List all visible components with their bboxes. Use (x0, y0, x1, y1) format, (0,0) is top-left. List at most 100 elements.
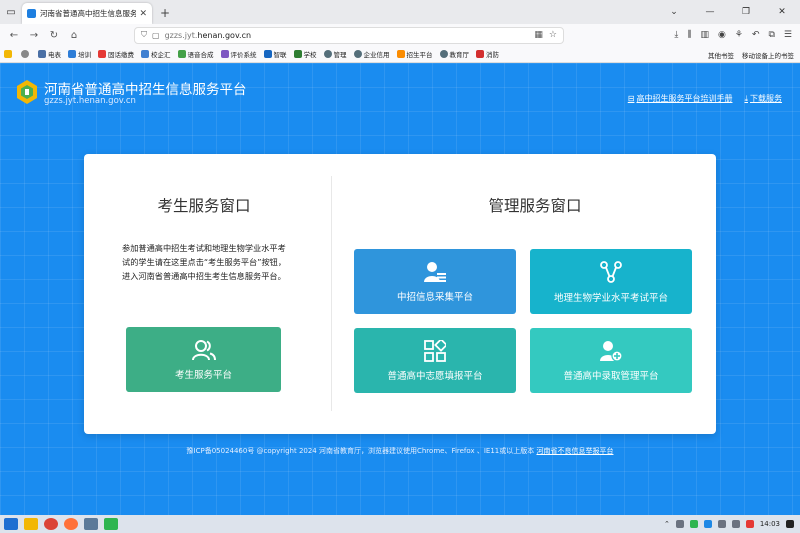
bookmarks-icon[interactable] (4, 50, 14, 58)
user-list-icon (424, 261, 446, 282)
geo-bio-exam-button[interactable]: 地理生物学业水平考试平台 (530, 249, 692, 314)
file-explorer-icon[interactable] (24, 518, 38, 530)
tray-expand-icon[interactable]: ⌃ (664, 520, 670, 528)
admission-management-button[interactable]: 普通高中录取管理平台 (530, 328, 692, 393)
tab-overflow-icon[interactable]: ⌄ (656, 7, 692, 17)
header-links: ⊟ 高中招生服务平台培训手册 ⤓ 下载服务 (628, 93, 782, 104)
ime-icon[interactable] (745, 520, 754, 528)
card-divider (331, 176, 332, 411)
tray-app-icon[interactable] (689, 520, 698, 528)
bookmark-item[interactable]: 电表 (38, 49, 61, 59)
site-logo-icon (17, 80, 37, 104)
bookmark-item-icon (323, 50, 332, 58)
page-footer: 豫ICP备05024460号 @copyright 2024 河南省教育厅，浏览… (0, 446, 800, 456)
network-icon (600, 260, 622, 283)
site-title: 河南省普通高中招生信息服务平台 (44, 82, 247, 98)
tab-title: 河南省普通高中招生信息服务平台 (40, 9, 137, 18)
shield-icon[interactable]: ⛉ (141, 30, 147, 40)
windows-taskbar: ⌃ 14:03 (0, 515, 800, 533)
student-window-title: 考生服务窗口 (157, 197, 251, 215)
bookmark-item[interactable]: 智联 (263, 49, 287, 59)
bookmark-item[interactable]: 招生平台 (396, 49, 433, 59)
firefox-icon[interactable] (64, 518, 78, 530)
reload-icon[interactable]: ↻ (44, 30, 64, 41)
clock-time[interactable]: 14:03 (760, 520, 780, 528)
bookmark-item[interactable]: 校企汇 (141, 49, 171, 59)
info-collection-button[interactable]: 中招信息采集平台 (354, 249, 516, 314)
window-controls: ⌄ — ❐ ✕ (656, 0, 800, 24)
bookmark-item-icon (439, 50, 448, 58)
account-icon[interactable]: ◉ (718, 30, 726, 40)
bookmark-item[interactable]: 评价系统 (220, 49, 257, 59)
forward-icon[interactable]: → (24, 30, 44, 41)
bookmark-item[interactable]: 企业信用 (353, 49, 390, 59)
bookmark-item[interactable]: 固话缴费 (98, 49, 134, 59)
bookmark-item[interactable]: 语音合成 (177, 49, 214, 59)
undo-icon[interactable]: ↶ (752, 30, 760, 40)
close-window-button[interactable]: ✕ (764, 7, 800, 17)
minimize-button[interactable]: — (692, 7, 728, 17)
extension-icon[interactable]: ⚘ (735, 30, 743, 40)
other-bookmarks-folder[interactable]: 其他书签 (708, 50, 734, 60)
report-platform-link[interactable]: 河南省不良信息举报平台 (536, 447, 613, 455)
notification-icon[interactable] (786, 520, 794, 528)
mobile-bookmarks-folder[interactable]: 移动设备上的书签 (742, 50, 794, 60)
page-background: 河南省普通高中招生信息服务平台 gzzs.jyt.henan.gov.cn ⊟ 高… (0, 63, 800, 515)
page-info-icon[interactable]: ▢ (152, 31, 160, 40)
wechat-icon[interactable] (104, 518, 118, 530)
geo-bio-exam-button-label: 地理生物学业水平考试平台 (553, 292, 668, 304)
apps-icon (424, 339, 446, 362)
close-tab-icon[interactable]: ✕ (139, 9, 147, 19)
back-icon[interactable]: ← (4, 30, 24, 41)
start-icon[interactable] (4, 518, 18, 530)
bookmark-item-icon (263, 50, 272, 58)
tab-list-icon[interactable]: ▭ (0, 0, 22, 24)
volunteer-filling-button-label: 普通高中志愿填报平台 (387, 370, 483, 382)
bookmark-star-icon[interactable]: ☆ (549, 30, 557, 40)
service-card: 考生服务窗口 参加普通高中招生考试和地理生物学业水平考试的学生请在这里点击“考生… (84, 154, 716, 434)
globe-icon[interactable] (21, 50, 31, 58)
bookmark-item-icon (476, 50, 484, 58)
bookmark-item[interactable]: 培训 (68, 49, 91, 59)
volunteer-filling-button[interactable]: 普通高中志愿填报平台 (354, 328, 516, 393)
bookmark-item[interactable]: 管理 (323, 49, 347, 59)
new-tab-button[interactable]: + (160, 3, 170, 24)
user-add-icon (600, 340, 623, 362)
address-bar[interactable]: ⛉ ▢ gzzs.jyt.henan.gov.cn ▦ ☆ (134, 26, 564, 44)
volume-icon[interactable] (731, 520, 740, 528)
toolbar-right: ⤓ ⫼ ▥ ◉ ⚘ ↶ ⧉ ☰ (674, 24, 792, 46)
library-icon[interactable]: ⫼ (687, 30, 691, 40)
download-service-link[interactable]: ⤓ 下载服务 (744, 93, 782, 104)
tray-app-icon[interactable] (675, 520, 684, 528)
downloads-icon[interactable]: ⤓ (674, 30, 678, 40)
extensions-icon[interactable]: ⧉ (768, 30, 774, 40)
qr-code-icon[interactable]: ▦ (534, 30, 543, 40)
admission-management-button-label: 普通高中录取管理平台 (563, 370, 659, 382)
student-service-button-label: 考生服务平台 (174, 369, 232, 381)
restore-button[interactable]: ❐ (728, 7, 764, 17)
student-window-description: 参加普通高中招生考试和地理生物学业水平考试的学生请在这里点击“考生服务平台”按钮… (122, 243, 287, 281)
tray-app-icon[interactable] (703, 520, 712, 528)
bookmarks-right: 其他书签 移动设备上的书签 (708, 46, 794, 63)
admin-window-title: 管理服务窗口 (488, 197, 582, 215)
sidebar-icon[interactable]: ▥ (700, 30, 709, 40)
menu-icon[interactable]: ☰ (784, 30, 792, 40)
bookmark-item-icon (177, 50, 186, 58)
footer-copyright: 豫ICP备05024460号 @copyright 2024 河南省教育厅，浏览… (186, 447, 535, 455)
network-tray-icon[interactable] (717, 520, 726, 528)
chrome-icon[interactable] (44, 518, 58, 530)
student-service-button[interactable]: 考生服务平台 (126, 327, 281, 392)
bookmark-item[interactable]: 学校 (293, 49, 317, 59)
home-icon[interactable]: ⌂ (64, 30, 84, 41)
bookmark-item-icon (98, 50, 106, 58)
training-manual-link[interactable]: ⊟ 高中招生服务平台培训手册 (628, 93, 733, 104)
site-domain: gzzs.jyt.henan.gov.cn (44, 96, 136, 106)
browser-tab[interactable]: 河南省普通高中招生信息服务平台 ✕ (22, 3, 152, 24)
system-tray: ⌃ 14:03 (664, 515, 794, 533)
bookmark-item[interactable]: 消防 (476, 49, 499, 59)
bookmark-item-icon (68, 50, 76, 58)
bookmark-item-icon (396, 50, 405, 58)
bookmark-item[interactable]: 教育厅 (439, 49, 469, 59)
app-icon[interactable] (84, 518, 98, 530)
info-collection-button-label: 中招信息采集平台 (396, 291, 473, 303)
